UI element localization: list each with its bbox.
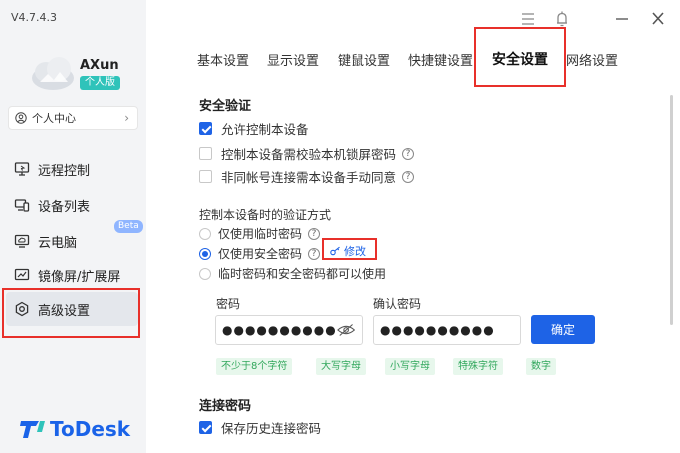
sidebar-item-label: 高级设置 — [38, 303, 91, 319]
save-history-password-checkbox[interactable]: 保存历史连接密码 — [199, 418, 321, 437]
rule-tag-min-length: 不少于8个字符 — [216, 358, 293, 375]
sidebar-item-device-list[interactable]: 设备列表 — [6, 188, 138, 222]
radio-unselected[interactable] — [199, 267, 211, 280]
connection-password-title: 连接密码 — [199, 399, 252, 414]
sidebar-item-mirror-screen[interactable]: 镜像屏/扩展屏 — [6, 258, 138, 292]
checkbox-checked[interactable] — [199, 421, 212, 434]
checkbox-label: 控制本设备需校验本机锁屏密码 — [221, 147, 397, 162]
sidebar-item-label: 云电脑 — [38, 235, 78, 251]
radio-label: 仅使用临时密码 — [218, 227, 303, 241]
security-section-title: 安全验证 — [199, 99, 252, 114]
todesk-logo-icon — [20, 421, 45, 438]
sidebar-item-label: 镜像屏/扩展屏 — [38, 269, 121, 285]
checkbox-label: 保存历史连接密码 — [221, 421, 322, 436]
rule-tag-special-char: 特殊字符 — [453, 358, 503, 375]
modify-password-link[interactable]: 修改 — [330, 243, 366, 259]
scrollbar[interactable] — [670, 95, 673, 325]
password-input[interactable]: ●●●●●●●●●● — [215, 315, 363, 345]
remote-control-icon — [14, 162, 30, 176]
password-value: ●●●●●●●●●● — [222, 323, 337, 337]
tab-security-settings[interactable]: 安全设置 — [492, 49, 548, 69]
radio-selected[interactable] — [199, 247, 211, 260]
username: AXun — [80, 58, 119, 73]
rule-tag-digit: 数字 — [526, 358, 556, 375]
radio-label: 仅使用安全密码 — [218, 247, 303, 261]
sidebar-item-label: 设备列表 — [38, 199, 91, 215]
help-icon[interactable]: ? — [308, 247, 321, 260]
checkbox-label: 非同帐号连接需本设备手动同意 — [221, 170, 397, 185]
user-icon — [15, 112, 27, 124]
device-list-icon — [14, 199, 30, 212]
checkbox-checked[interactable] — [199, 122, 212, 135]
radio-temp-password[interactable]: 仅使用临时密码 ? — [199, 225, 321, 242]
beta-badge: Beta — [114, 220, 143, 233]
sidebar-item-advanced-settings[interactable]: 高级设置 — [6, 292, 138, 326]
radio-label: 临时密码和安全密码都可以使用 — [218, 267, 387, 281]
allow-control-checkbox[interactable]: 允许控制本设备 — [199, 119, 309, 138]
confirm-password-input[interactable]: ●●●●●●●●●● — [373, 315, 521, 345]
radio-both-passwords[interactable]: 临时密码和安全密码都可以使用 — [199, 265, 386, 282]
close-icon[interactable] — [650, 10, 666, 28]
tab-display-settings[interactable]: 显示设置 — [267, 50, 319, 69]
confirm-button[interactable]: 确定 — [531, 315, 595, 344]
key-icon — [330, 246, 340, 256]
require-lock-password-checkbox[interactable]: 控制本设备需校验本机锁屏密码 ? — [199, 144, 415, 163]
tab-network-settings[interactable]: 网络设置 — [566, 50, 618, 69]
verify-method-title: 控制本设备时的验证方式 — [199, 208, 332, 222]
checkbox-label: 允许控制本设备 — [221, 122, 309, 137]
eye-hidden-icon[interactable] — [336, 323, 355, 337]
confirm-password-label: 确认密码 — [373, 297, 422, 311]
mirror-screen-icon — [14, 268, 30, 281]
todesk-logo: ToDesk — [20, 417, 130, 441]
bell-icon[interactable] — [554, 10, 570, 28]
tab-basic-settings[interactable]: 基本设置 — [197, 50, 249, 69]
menu-icon[interactable] — [520, 10, 536, 28]
chevron-right-icon: › — [124, 111, 129, 125]
sidebar-item-remote-control[interactable]: 远程控制 — [6, 152, 138, 186]
app-version: V4.7.4.3 — [11, 11, 58, 24]
profile-center-button[interactable]: 个人中心 › — [8, 106, 138, 130]
manual-approve-checkbox[interactable]: 非同帐号连接需本设备手动同意 ? — [199, 167, 415, 186]
rule-tag-uppercase: 大写字母 — [316, 358, 366, 375]
sidebar: V4.7.4.3 AXun 个人版 个人中心 › 远程控制 设备列表 云电脑 B… — [0, 0, 146, 453]
help-icon[interactable]: ? — [402, 147, 415, 160]
minimize-icon[interactable] — [614, 10, 630, 28]
radio-unselected[interactable] — [199, 227, 211, 240]
avatar[interactable] — [30, 52, 76, 92]
brand-name: ToDesk — [50, 417, 131, 441]
profile-center-label: 个人中心 — [32, 112, 76, 125]
radio-security-password[interactable]: 仅使用安全密码 ? — [199, 245, 321, 262]
checkbox-unchecked[interactable] — [199, 170, 212, 183]
password-label: 密码 — [216, 297, 241, 311]
sidebar-item-label: 远程控制 — [38, 163, 91, 179]
tab-keyboard-mouse-settings[interactable]: 键鼠设置 — [338, 50, 390, 69]
cloud-pc-icon — [14, 234, 30, 248]
tab-shortcut-settings[interactable]: 快捷键设置 — [408, 50, 473, 69]
advanced-settings-icon — [15, 301, 29, 317]
help-icon[interactable]: ? — [402, 170, 415, 183]
help-icon[interactable]: ? — [308, 227, 321, 240]
confirm-password-value: ●●●●●●●●●● — [380, 323, 495, 337]
rule-tag-lowercase: 小写字母 — [385, 358, 435, 375]
modify-label: 修改 — [344, 245, 366, 258]
edition-badge: 个人版 — [80, 76, 120, 90]
checkbox-unchecked[interactable] — [199, 147, 212, 160]
